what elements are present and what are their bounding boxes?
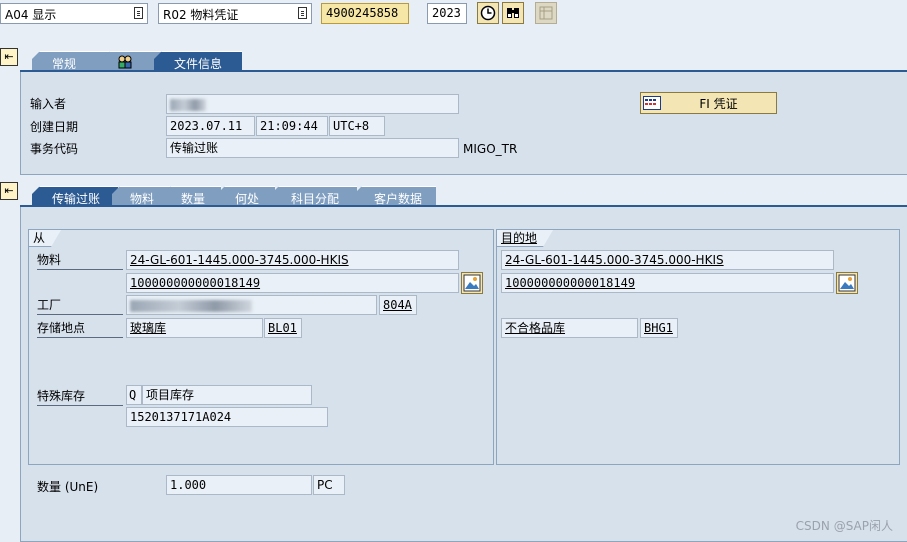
execute-button[interactable] xyxy=(477,2,499,24)
action-select[interactable]: A04 显示 xyxy=(0,3,148,24)
from-special-stock-label: 特殊库存 xyxy=(37,388,123,406)
tab-partner[interactable] xyxy=(102,51,162,71)
fi-document-button[interactable]: FI 凭证 xyxy=(640,92,777,114)
created-date-field: 2023.07.11 xyxy=(166,116,255,136)
tab-general[interactable]: 常规 xyxy=(32,51,110,71)
dropdown-icon xyxy=(298,7,307,19)
collapse-header-icon[interactable]: ⇤ xyxy=(0,48,18,66)
tab-transfer-posting[interactable]: 传输过账 xyxy=(32,186,118,206)
from-material-image-button[interactable] xyxy=(461,272,483,294)
picture-icon xyxy=(838,274,856,292)
from-material-label: 物料 xyxy=(37,252,123,270)
from-wbs-field: 1520137171A024 xyxy=(126,407,328,427)
to-material-image-button[interactable] xyxy=(836,272,858,294)
quantity-label: 数量 (UnE) xyxy=(37,480,99,494)
entered-by-field xyxy=(166,94,459,114)
collapse-detail-icon[interactable]: ⇤ xyxy=(0,182,18,200)
from-material-number-field: 100000000000018149 xyxy=(126,273,459,293)
quantity-field: 1.000 xyxy=(166,475,312,495)
header-tabstrip: 常规 文件信息 xyxy=(20,51,907,71)
tab-account-assignment[interactable]: 科目分配 xyxy=(271,186,357,206)
from-storage-code-field: BL01 xyxy=(264,318,302,338)
tcode-text-field: 传输过账 xyxy=(166,138,459,158)
grid-icon xyxy=(539,6,553,20)
tcode-value: MIGO_TR xyxy=(463,142,518,156)
people-icon xyxy=(118,55,132,69)
to-storage-code-field: BHG1 xyxy=(640,318,678,338)
reference-select-value: R02 物料凭证 xyxy=(163,8,239,22)
tcode-label: 事务代码 xyxy=(30,142,79,156)
from-material-field: 24-GL-601-1445.000-3745.000-HKIS xyxy=(126,250,459,270)
unit-field: PC xyxy=(313,475,345,495)
from-plant-field xyxy=(126,295,377,315)
to-storage-name-field: 不合格品库 xyxy=(501,318,638,338)
from-storage-name-field: 玻璃库 xyxy=(126,318,263,338)
tab-material[interactable]: 物料 xyxy=(112,186,170,206)
year-field[interactable]: 2023 xyxy=(427,3,467,24)
created-label: 创建日期 xyxy=(30,120,79,134)
picture-icon xyxy=(463,274,481,292)
item-tabstrip: 传输过账 物料 数量 何处 科目分配 客户数据 xyxy=(20,186,907,206)
tab-doc-info[interactable]: 文件信息 xyxy=(154,51,242,71)
find-button[interactable] xyxy=(502,2,524,24)
entered-by-label: 输入者 xyxy=(30,97,67,111)
from-special-stock-ind-field: Q xyxy=(126,385,142,405)
document-number-field[interactable]: 4900245858 xyxy=(321,3,409,24)
reference-select[interactable]: R02 物料凭证 xyxy=(158,3,312,24)
binoculars-icon xyxy=(507,8,519,18)
watermark: CSDN @SAP闲人 xyxy=(795,519,893,533)
timezone-field: UTC+8 xyxy=(329,116,385,136)
from-plant-label: 工厂 xyxy=(37,297,123,315)
layout-button[interactable] xyxy=(535,2,557,24)
fi-document-label: FI 凭证 xyxy=(699,96,738,111)
from-storage-label: 存储地点 xyxy=(37,320,123,338)
from-special-stock-text-field: 项目库存 xyxy=(142,385,312,405)
to-material-field: 24-GL-601-1445.000-3745.000-HKIS xyxy=(501,250,834,270)
action-select-value: A04 显示 xyxy=(5,8,57,22)
redacted-plant xyxy=(130,299,252,312)
dropdown-icon xyxy=(134,7,143,19)
from-plant-code-field: 804A xyxy=(379,295,417,315)
clock-icon xyxy=(480,5,496,21)
to-material-number-field: 100000000000018149 xyxy=(501,273,834,293)
redacted-user xyxy=(170,98,206,111)
tab-quantity[interactable]: 数量 xyxy=(163,186,221,206)
document-list-icon xyxy=(643,96,661,110)
created-time-field: 21:09:44 xyxy=(256,116,328,136)
tab-customer-data[interactable]: 客户数据 xyxy=(354,186,436,206)
to-title: 目的地 xyxy=(497,230,553,247)
from-title: 从 xyxy=(29,230,61,247)
tab-where[interactable]: 何处 xyxy=(217,186,275,206)
